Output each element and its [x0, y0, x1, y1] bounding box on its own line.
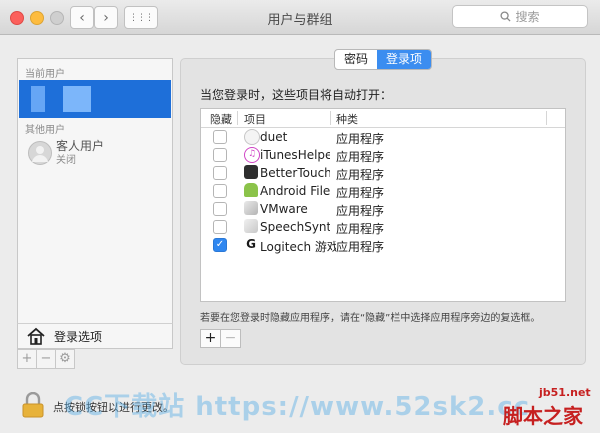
remove-user-button[interactable]: − — [36, 349, 56, 369]
hide-checkbox[interactable] — [213, 220, 227, 234]
login-items-toolbar: + − — [200, 329, 241, 348]
item-kind: 应用程序 — [336, 240, 385, 254]
watermark-text: CC下载站 https://www.52sk2.cc — [64, 392, 531, 422]
title-bar: ‹ › ⋮⋮⋮ 用户与群组 搜索 — [0, 0, 600, 35]
table-row[interactable]: Android File 应用程序 — [201, 182, 565, 200]
vmware-icon — [244, 201, 258, 215]
hide-checkbox[interactable] — [213, 184, 227, 198]
item-kind: 应用程序 — [336, 204, 385, 218]
item-kind: 应用程序 — [336, 222, 385, 236]
hide-checkbox[interactable] — [213, 130, 227, 144]
tab-password[interactable]: 密码 — [335, 50, 377, 69]
item-name: duet — [260, 130, 288, 144]
item-name: Logitech 游戏 — [260, 240, 336, 254]
table-row[interactable]: duet 应用程序 — [201, 128, 565, 146]
watermark-corner-logo: 脚本之家 — [503, 404, 583, 428]
guest-user-status: 关闭 — [56, 155, 76, 166]
logitech-icon: G — [244, 237, 258, 251]
login-options-button[interactable]: 登录选项 — [17, 323, 173, 349]
add-user-button[interactable]: + — [17, 349, 37, 369]
item-name: iTunesHelper — [260, 148, 330, 162]
hide-checkbox[interactable] — [213, 148, 227, 162]
hide-checkbox[interactable] — [213, 202, 227, 216]
column-item[interactable]: 项目 — [244, 111, 266, 127]
item-name: Android File — [260, 184, 330, 198]
redacted-avatar — [31, 86, 45, 112]
add-login-item-button[interactable]: + — [200, 329, 221, 348]
watermark-corner-url: jb51.net — [539, 386, 591, 399]
gear-icon[interactable]: ⚙ — [55, 349, 75, 369]
item-name: BetterTouchT — [260, 166, 330, 180]
login-items-table: 隐藏 项目 种类 duet 应用程序 ♫ iTunesHelper 应用程序 B… — [200, 108, 566, 302]
other-users-header: 其他用户 — [25, 125, 65, 136]
hide-hint-text: 若要在您登录时隐藏应用程序，请在“隐藏”栏中选择应用程序旁边的复选框。 — [200, 313, 541, 324]
search-icon — [500, 11, 512, 22]
speechsynth-icon — [244, 219, 258, 233]
tab-bar: 密码 登录项 — [334, 49, 433, 70]
item-kind: 应用程序 — [336, 132, 385, 146]
login-options-label: 登录选项 — [54, 329, 103, 344]
table-header: 隐藏 项目 种类 — [201, 109, 565, 128]
item-kind: 应用程序 — [336, 186, 385, 200]
duet-icon — [244, 129, 260, 145]
table-row[interactable]: BetterTouchT 应用程序 — [201, 164, 565, 182]
house-icon — [27, 327, 45, 345]
hide-checkbox[interactable] — [213, 166, 227, 180]
column-hide[interactable]: 隐藏 — [210, 111, 232, 127]
tab-login-items[interactable]: 登录项 — [377, 50, 432, 69]
search-placeholder: 搜索 — [515, 10, 540, 24]
users-sidebar: 当前用户 其他用户 客人用户 关闭 — [17, 58, 173, 324]
guest-avatar-icon — [28, 141, 52, 165]
redacted-username — [63, 86, 91, 112]
current-user-row[interactable] — [19, 80, 171, 118]
item-name: SpeechSynth — [260, 220, 330, 234]
column-kind[interactable]: 种类 — [336, 111, 358, 127]
search-field[interactable]: 搜索 — [452, 5, 588, 28]
item-kind: 应用程序 — [336, 150, 385, 164]
hide-checkbox-checked[interactable]: ✓ — [213, 238, 227, 252]
current-users-header: 当前用户 — [25, 69, 65, 80]
table-row[interactable]: VMware 应用程序 — [201, 200, 565, 218]
item-kind: 应用程序 — [336, 168, 385, 182]
item-name: VMware — [260, 202, 308, 216]
table-row[interactable]: SpeechSynth 应用程序 — [201, 218, 565, 236]
table-row[interactable]: ✓ G Logitech 游戏 应用程序 — [201, 236, 565, 254]
android-icon — [244, 183, 258, 197]
login-items-heading: 当您登录时，这些项目将自动打开： — [200, 88, 393, 102]
lock-icon[interactable] — [22, 391, 44, 421]
remove-login-item-button[interactable]: − — [220, 329, 241, 348]
sidebar-toolbar: + − ⚙ — [17, 349, 85, 369]
bettertouchtool-icon — [244, 165, 258, 179]
itunes-icon: ♫ — [244, 147, 260, 163]
table-row[interactable]: ♫ iTunesHelper 应用程序 — [201, 146, 565, 164]
